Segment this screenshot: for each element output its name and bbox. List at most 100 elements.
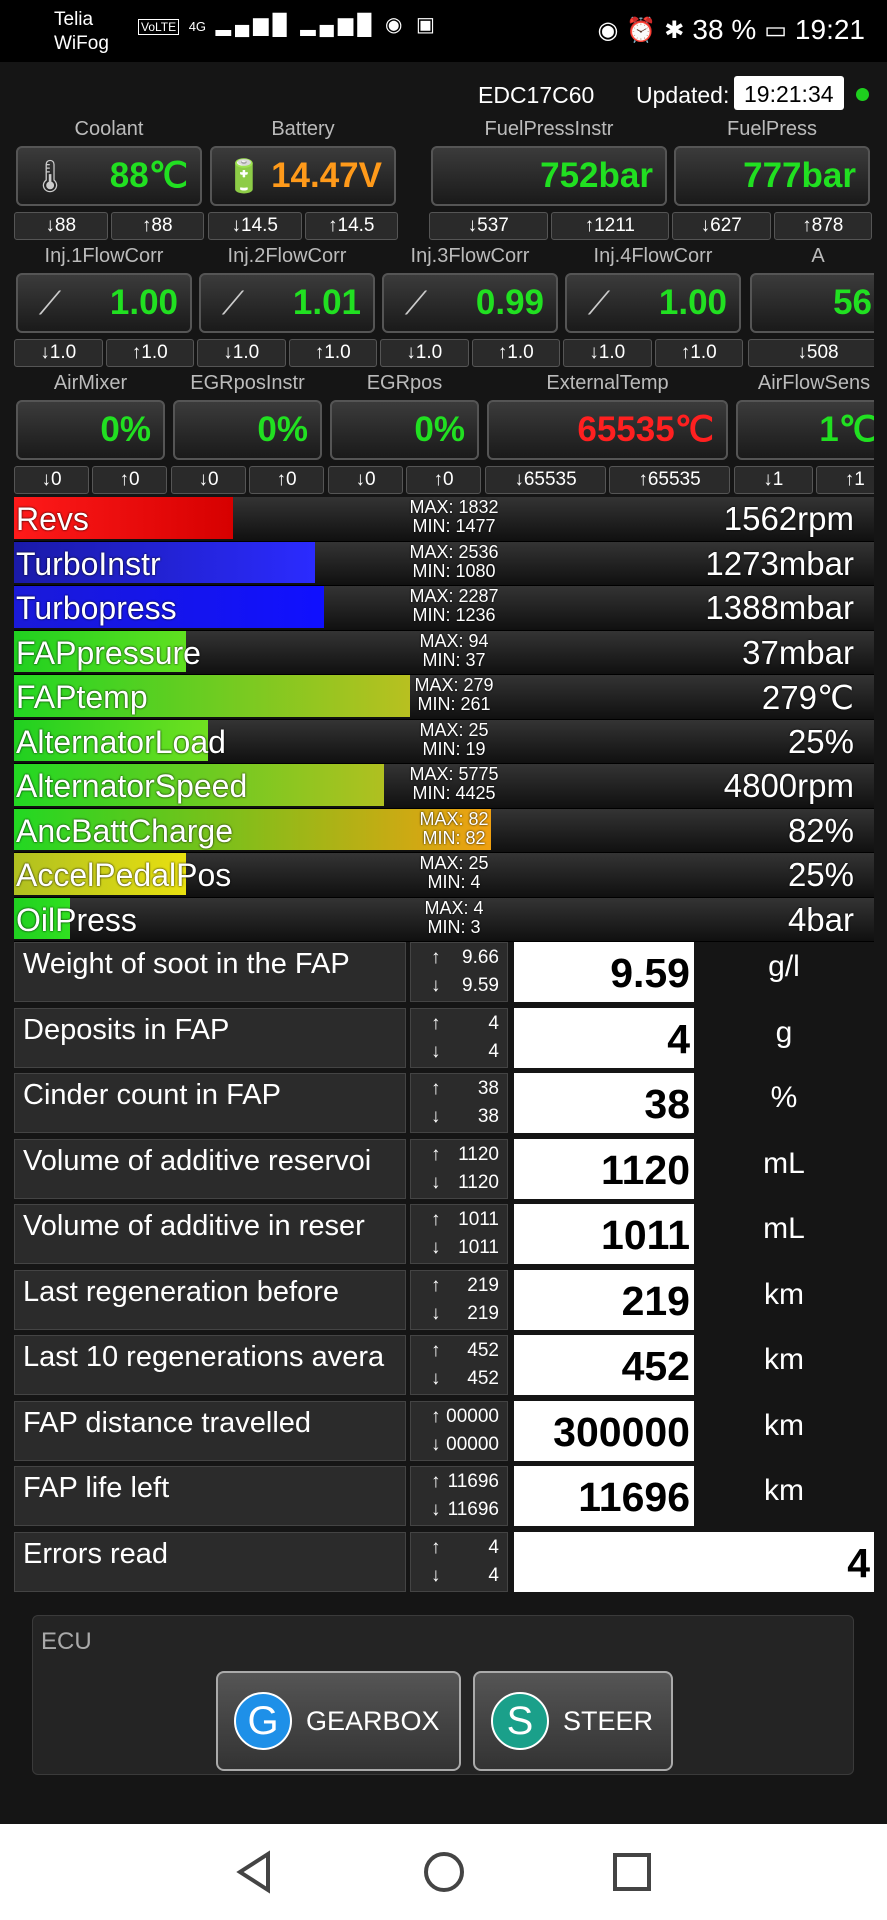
gauge-minmax: ↓0 ↑0 <box>171 466 324 494</box>
param-unit: % <box>770 1081 798 1114</box>
bar-row[interactable]: Turbopress MAX: 2287 MIN: 1236 1388mbar <box>14 586 874 631</box>
gauge-tile[interactable]: Inj.2FlowCorr ⟋ 1.01 ↓1.0 ↑1.0 <box>197 245 377 373</box>
arrow-up-icon: ↑ <box>431 1471 441 1492</box>
bar-row[interactable]: AlternatorSpeed MAX: 5775 MIN: 4425 4800rpm <box>14 764 874 809</box>
table-row[interactable]: Last regeneration before ↑ 219 ↓ 219 219 km <box>14 1268 874 1334</box>
arrow-down-icon: ↓ <box>431 1171 441 1193</box>
gauge-value-box: 777bar <box>674 146 870 206</box>
gauge-value-box: ⟋ 1.00 <box>565 273 741 333</box>
bar-row[interactable]: AlternatorLoad MAX: 25 MIN: 19 25% <box>14 719 874 764</box>
param-minmax: ↑ 4 ↓ 4 <box>410 1531 508 1592</box>
home-icon[interactable] <box>420 1848 468 1896</box>
bar-row[interactable]: FAPtemp MAX: 279 MIN: 261 279℃ <box>14 675 874 720</box>
ecu-header: EDC17C60 Updated: 19:21:34 <box>0 76 887 112</box>
table-row[interactable]: Volume of additive reservoi ↑ 1120 ↓ 1120 112… <box>14 1137 874 1203</box>
bar-minmax: MAX: 94 MIN: 37 <box>389 631 519 670</box>
bar-row[interactable]: AccelPedalPos MAX: 25 MIN: 4 25% <box>14 853 874 898</box>
gauge-min: ↓0 <box>328 466 403 494</box>
param-value: 11696 <box>514 1466 694 1526</box>
table-row[interactable]: Weight of soot in the FAP ↑ 9.66 ↓ 9.59 9.59 g… <box>14 940 874 1006</box>
bar-row[interactable]: Revs MAX: 1832 MIN: 1477 1562rpm <box>14 497 874 542</box>
gauge-min: ↓508 <box>748 339 874 367</box>
gauge-min: ↓627 <box>672 212 771 240</box>
gauge-value-box: 🌡 88℃ <box>16 146 202 206</box>
steer-button[interactable]: S STEER <box>473 1671 673 1771</box>
gauge-label: EGRposInstr <box>190 372 305 394</box>
gauge-max: ↑1.0 <box>288 339 377 367</box>
gauge-tile[interactable]: AirFlowSens 1℃ ↓1 ↑1 <box>734 372 874 500</box>
gauge-tile[interactable]: Battery 🔋 14.47V ↓14.5 ↑14.5 <box>208 118 398 246</box>
table-row[interactable]: Cinder count in FAP ↑ 38 ↓ 38 38% <box>14 1071 874 1137</box>
steer-icon: S <box>491 1692 549 1750</box>
injector-icon: ⟋ <box>38 285 62 321</box>
param-unit: km <box>764 1277 804 1311</box>
gauge-minmax: ↓508 <box>748 339 874 367</box>
table-row[interactable]: FAP distance travelled ↑ 00000 ↓ 00000 300000… <box>14 1399 874 1465</box>
gauge-tile[interactable]: FuelPress 777bar ↓627 ↑878 <box>672 118 872 246</box>
gauge-tile[interactable]: Inj.1FlowCorr ⟋ 1.00 ↓1.0 ↑1.0 <box>14 245 194 373</box>
gauge-max: ↑878 <box>773 212 872 240</box>
param-max: 4 <box>488 1536 499 1558</box>
app-root: Telia WiFog VoLTE 4G ▂▄▆█ ▂▄▆█ ◉ ▣ ◉ ⏰ ✱… <box>0 0 887 1920</box>
arrow-down-icon: ↓ <box>431 1564 441 1586</box>
bar-row[interactable]: TurboInstr MAX: 2536 MIN: 1080 1273mbar <box>14 541 874 586</box>
param-min: 219 <box>467 1302 499 1324</box>
gauge-tile[interactable]: FuelPressInstr 752bar ↓537 ↑1211 <box>429 118 669 246</box>
param-max: 4 <box>488 1012 499 1034</box>
wifi-name: WiFog <box>54 33 109 54</box>
arrow-down-icon: ↓ <box>431 975 441 996</box>
bar-value: 1273mbar <box>705 544 854 582</box>
bar-minmax: MAX: 4 MIN: 3 <box>389 898 519 937</box>
gauge-tile[interactable]: A 56 ↓508 <box>748 245 874 373</box>
back-icon[interactable] <box>230 1848 278 1896</box>
gauge-row: Coolant 🌡 88℃ ↓88 ↑88 Battery 🔋 14.47V ↓14.5 ↑14.… <box>14 118 874 246</box>
carrier-name: Telia <box>54 9 94 30</box>
gearbox-button[interactable]: G GEARBOX <box>216 1671 461 1771</box>
bar-label: AlternatorSpeed <box>16 768 248 804</box>
gauge-value: 1.00 <box>109 283 178 322</box>
gauge-label: Inj.3FlowCorr <box>410 245 530 267</box>
arrow-up-icon: ↑ <box>431 1209 441 1230</box>
table-row[interactable]: Last 10 regenerations avera ↑ 452 ↓ 452 452 km <box>14 1333 874 1399</box>
param-label: Last regeneration before <box>14 1269 406 1330</box>
bar-max: MAX: 2287 <box>409 586 499 606</box>
gauge-tile[interactable]: Coolant 🌡 88℃ ↓88 ↑88 <box>14 118 204 246</box>
bar-label: Turbopress <box>16 590 177 626</box>
gauge-minmax: ↓65535 ↑65535 <box>485 466 730 494</box>
param-label: Cinder count in FAP <box>14 1073 406 1133</box>
gauge-tile[interactable]: Inj.3FlowCorr ⟋ 0.99 ↓1.0 ↑1.0 <box>380 245 560 373</box>
gauge-minmax: ↓627 ↑878 <box>672 212 872 240</box>
gauge-tile[interactable]: AirMixer 0% ↓0 ↑0 <box>14 372 167 500</box>
gauge-tile[interactable]: EGRpos 0% ↓0 ↑0 <box>328 372 481 500</box>
bar-max: MAX: 5775 <box>409 764 499 784</box>
bar-row[interactable]: OilPress MAX: 4 MIN: 3 4bar <box>14 897 874 942</box>
gauge-label: AirFlowSens <box>757 372 871 394</box>
table-row[interactable]: Errors read ↑ 4 ↓ 4 4 <box>14 1530 874 1596</box>
gauge-max: ↑1 <box>815 466 874 494</box>
table-row[interactable]: Volume of additive in reser ↑ 1011 ↓ 1011 101… <box>14 1202 874 1268</box>
arrow-down-icon: ↓ <box>431 1368 441 1389</box>
param-min: 00000 <box>446 1433 499 1455</box>
gauge-min: ↓1 <box>734 466 813 494</box>
gauge-max: ↑0 <box>249 466 324 494</box>
gauge-tile[interactable]: ExternalTemp 65535℃ ↓65535 ↑65535 <box>485 372 730 500</box>
arrow-up-icon: ↑ <box>431 1340 441 1361</box>
parameter-table: Weight of soot in the FAP ↑ 9.66 ↓ 9.59 9.59 g… <box>14 940 874 1595</box>
param-max: 219 <box>467 1274 499 1296</box>
gauge-tile[interactable]: EGRposInstr 0% ↓0 ↑0 <box>171 372 324 500</box>
bar-minmax: MAX: 2536 MIN: 1080 <box>389 542 519 581</box>
bar-row[interactable]: FAPpressure MAX: 94 MIN: 37 37mbar <box>14 630 874 675</box>
gauge-tile[interactable]: Inj.4FlowCorr ⟋ 1.00 ↓1.0 ↑1.0 <box>563 245 743 373</box>
bars-section: Revs MAX: 1832 MIN: 1477 1562rpm TurboInstr M… <box>14 497 874 942</box>
table-row[interactable]: Deposits in FAP ↑ 4 ↓ 4 4 g <box>14 1006 874 1072</box>
gauge-value-box: 1℃ <box>736 400 874 460</box>
table-row[interactable]: FAP life left ↑ 11696 ↓ 11696 11696 km <box>14 1464 874 1530</box>
bar-label: AccelPedalPos <box>16 857 232 893</box>
recents-icon[interactable] <box>608 1848 656 1896</box>
gauge-value-box: 56 <box>750 273 874 333</box>
gauge-min: ↓0 <box>171 466 246 494</box>
bar-value: 25% <box>787 722 854 760</box>
gauge-max: ↑88 <box>110 212 204 240</box>
param-unit: km <box>764 1408 804 1442</box>
bar-row[interactable]: AncBattCharge MAX: 82 MIN: 82 82% <box>14 808 874 853</box>
